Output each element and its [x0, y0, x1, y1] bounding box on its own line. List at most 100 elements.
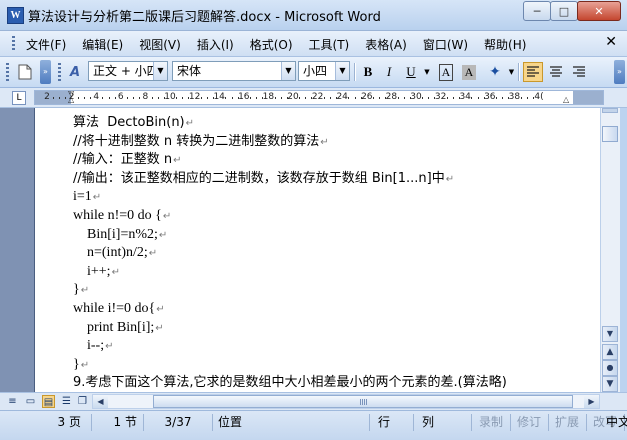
menu-grip-handle[interactable]: [12, 36, 15, 52]
document-line[interactable]: //输入：正整数 n↵: [73, 152, 182, 169]
scroll-down-arrow-icon[interactable]: ▼: [602, 326, 618, 342]
ruler-tick-mark: [108, 97, 110, 99]
document-line[interactable]: //输出：该正整数相应的二进制数，该数存放于数组 Bin[1...n]中↵: [73, 171, 454, 188]
ruler-tick-label: 32: [434, 92, 447, 102]
chevron-down-icon[interactable]: ▼: [335, 62, 349, 80]
status-record[interactable]: 录制: [472, 414, 511, 431]
status-page[interactable]: 3 页: [0, 414, 92, 431]
document-line[interactable]: while n!=0 do {↵: [73, 208, 171, 225]
underline-dropdown-chevron-icon[interactable]: ▼: [422, 62, 432, 82]
document-page[interactable]: 算法 DectoBin(n)↵//将十进制整数 n 转换为二进制整数的算法↵//…: [34, 108, 601, 392]
paragraph-mark-icon: ↵: [80, 285, 90, 297]
document-line[interactable]: Bin[i]=n%2;↵: [87, 227, 167, 244]
document-line[interactable]: print Bin[i];↵: [87, 320, 164, 337]
reading-layout-view-icon[interactable]: ❐: [76, 395, 89, 408]
underline-button[interactable]: U: [402, 62, 420, 82]
document-line[interactable]: i++;↵: [87, 264, 120, 281]
align-right-icon[interactable]: [569, 62, 589, 82]
scroll-right-arrow-icon[interactable]: ▶: [584, 395, 599, 408]
status-column[interactable]: 列: [414, 414, 472, 431]
document-line[interactable]: }↵: [73, 357, 89, 374]
toolbar-grip-handle[interactable]: [6, 63, 9, 81]
text-effect-wand-icon[interactable]: ✦: [484, 62, 506, 82]
horizontal-scrollbar[interactable]: ◀ ▶: [92, 394, 600, 409]
close-button[interactable]: ✕: [577, 1, 621, 21]
italic-button[interactable]: I: [380, 62, 398, 82]
document-line[interactable]: //将十进制整数 n 转换为二进制整数的算法↵: [73, 134, 329, 151]
font-combo[interactable]: 宋体 ▼: [172, 61, 296, 81]
ruler-tick-mark: [114, 97, 116, 99]
document-line[interactable]: 9.考虑下面这个算法,它求的是数组中大小相差最小的两个元素的差.(算法略): [73, 375, 507, 391]
menu-file[interactable]: 文件(F): [26, 36, 66, 53]
menu-edit[interactable]: 编辑(E): [82, 36, 123, 53]
ruler-tick-mark: [372, 97, 374, 99]
document-line[interactable]: n=(int)n/2;↵: [87, 245, 157, 262]
status-page-of[interactable]: 3/37: [144, 414, 213, 431]
outline-view-icon[interactable]: ☰: [60, 395, 73, 408]
minimize-button[interactable]: ─: [523, 1, 551, 21]
right-indent-marker[interactable]: △: [563, 96, 569, 104]
styles-formatting-icon[interactable]: A: [64, 62, 86, 82]
word-app-icon[interactable]: W: [7, 7, 24, 24]
document-line[interactable]: 算法 DectoBin(n)↵: [73, 115, 194, 132]
formatting-toolbar: » A 正文 + 小四 ▼ 宋体 ▼ 小四 ▼ B I U ▼ A A ✦ ▼ …: [0, 57, 627, 88]
ruler-tick-mark: [502, 97, 504, 99]
horizontal-scroll-thumb[interactable]: [153, 395, 573, 408]
status-language[interactable]: 中文: [606, 414, 627, 431]
document-line[interactable]: while i!=0 do{↵: [73, 301, 165, 318]
horizontal-ruler[interactable]: ▽ △ △ 2 2 4 6 8 10 12 14 16 18 20 22 24 26 28 30 32 34 36 3…: [34, 90, 604, 105]
toolbar-overflow-chevron-icon[interactable]: »: [40, 60, 51, 84]
menu-table[interactable]: 表格(A): [365, 36, 407, 53]
new-document-icon[interactable]: [15, 62, 35, 82]
toolbar-end-overflow-chevron-icon[interactable]: »: [614, 60, 625, 84]
char-shading-button[interactable]: A: [460, 62, 478, 82]
status-position[interactable]: 位置: [214, 414, 370, 431]
normal-view-icon[interactable]: ≡: [6, 395, 19, 408]
scroll-thumb[interactable]: [602, 126, 618, 142]
ruler-tick-mark: [280, 97, 282, 99]
document-line-text: print Bin[i];: [87, 319, 155, 335]
style-combo[interactable]: 正文 + 小四 ▼: [88, 61, 168, 81]
print-layout-view-icon[interactable]: ▤: [42, 395, 55, 408]
char-border-button[interactable]: A: [437, 62, 455, 82]
ruler-tick-mark: [231, 97, 233, 99]
text-effect-chevron-down-icon[interactable]: ▼: [507, 62, 516, 82]
menu-help[interactable]: 帮助(H): [484, 36, 526, 53]
previous-page-icon[interactable]: ▲: [602, 344, 618, 360]
vertical-scrollbar[interactable]: ▼ ▲ ● ▼: [600, 108, 620, 392]
menu-window[interactable]: 窗口(W): [423, 36, 468, 53]
document-close-button[interactable]: ✕: [605, 34, 617, 50]
menu-insert[interactable]: 插入(I): [197, 36, 234, 53]
ruler-tick-mark: [305, 97, 307, 99]
split-handle[interactable]: [602, 108, 618, 113]
chevron-down-icon[interactable]: ▼: [153, 62, 167, 80]
menu-view[interactable]: 视图(V): [139, 36, 181, 53]
bold-button[interactable]: B: [359, 62, 377, 82]
maximize-button[interactable]: □: [550, 1, 578, 21]
document-line-text: }: [73, 282, 80, 298]
title-bar: W 算法设计与分析第二版课后习题解答.docx - Microsoft Word…: [0, 0, 627, 31]
menu-tools[interactable]: 工具(T): [309, 36, 350, 53]
scroll-left-arrow-icon[interactable]: ◀: [93, 395, 108, 408]
font-size-combo[interactable]: 小四 ▼: [298, 61, 350, 81]
status-track-changes[interactable]: 修订: [510, 414, 549, 431]
document-line[interactable]: i=1↵: [73, 189, 101, 206]
ruler-tick-label: 28: [385, 92, 398, 102]
align-left-icon[interactable]: [523, 62, 543, 82]
styles-icon-glyph: A: [69, 64, 81, 80]
menu-format[interactable]: 格式(O): [250, 36, 293, 53]
chevron-down-icon[interactable]: ▼: [281, 62, 295, 80]
status-line[interactable]: 行: [370, 414, 414, 431]
tab-selector[interactable]: L: [12, 91, 26, 105]
select-browse-object-icon[interactable]: ●: [602, 360, 618, 376]
align-center-icon[interactable]: [546, 62, 566, 82]
web-layout-view-icon[interactable]: ▭: [24, 395, 37, 408]
toolbar2-grip-handle[interactable]: [58, 63, 61, 81]
ruler-tick-mark: [428, 97, 430, 99]
ruler-tick-mark: [329, 97, 331, 99]
status-section[interactable]: 1 节: [92, 414, 144, 431]
next-page-icon[interactable]: ▼: [602, 376, 618, 392]
status-extend[interactable]: 扩展: [548, 414, 587, 431]
document-line[interactable]: }↵: [73, 282, 89, 299]
document-line[interactable]: i--;↵: [87, 338, 114, 355]
